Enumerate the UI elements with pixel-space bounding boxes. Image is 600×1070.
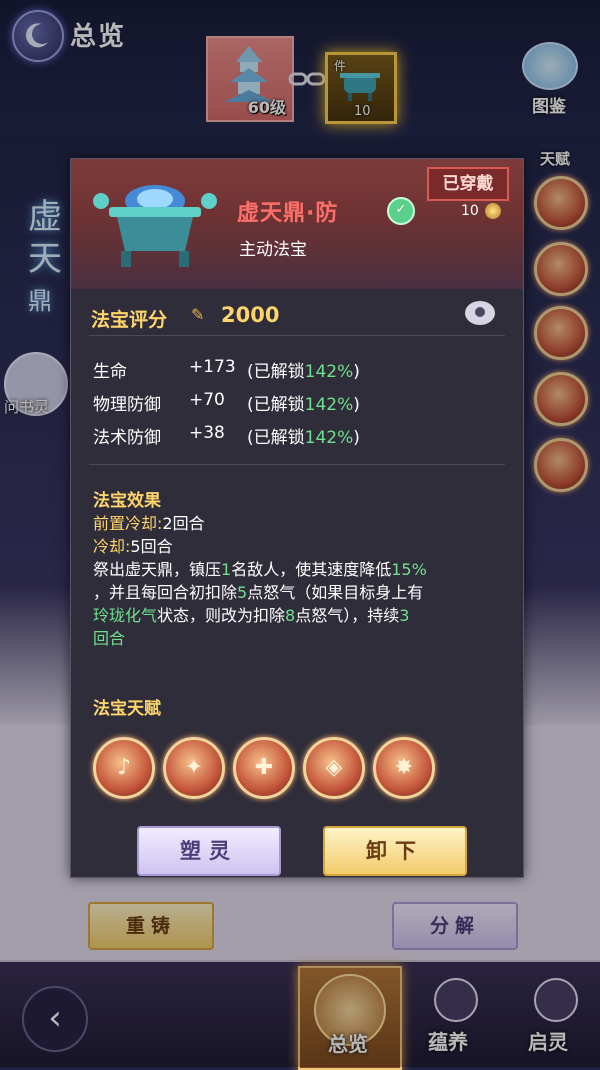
coin-icon (485, 203, 501, 219)
brush-icon: ✎ (191, 305, 205, 324)
eye-pupil (475, 307, 485, 317)
talent-claw-icon[interactable]: ✦ (163, 737, 225, 799)
item-level: 10 (461, 203, 479, 219)
stat-value: +173 (189, 357, 236, 377)
stat-value: +70 (189, 390, 225, 410)
divider (89, 464, 505, 465)
effect-pre-cooldown: 前置冷却:2回合 (93, 514, 205, 533)
stat-unlock: (已解锁142%) (247, 428, 360, 448)
score-label: 法宝评分 (91, 309, 168, 331)
stat-value: +38 (189, 423, 225, 443)
unequip-button[interactable]: 卸下 (323, 826, 467, 876)
item-name: 虚天鼎·防 (237, 201, 339, 226)
effect-cooldown: 冷却:5回合 (93, 537, 173, 556)
effect-desc: ，并且每回合初扣除5点怒气（如果目标身上有 (93, 583, 424, 602)
effect-desc: 玲珑化气状态，则改为扣除8点怒气），持续3 (93, 606, 410, 625)
stat-name: 生命 (93, 362, 127, 382)
divider (89, 335, 505, 336)
item-type: 主动法宝 (239, 240, 307, 260)
stat-name: 法术防御 (93, 428, 161, 448)
effect-desc: 回合 (93, 629, 126, 648)
stat-name: 物理防御 (93, 395, 161, 415)
stat-unlock: (已解锁142%) (247, 395, 360, 415)
score-value: 2000 (221, 303, 280, 327)
talent-bell-icon[interactable]: ♪ (93, 737, 155, 799)
talent-title: 法宝天赋 (93, 699, 161, 719)
talent-strike-icon[interactable]: ✸ (373, 737, 435, 799)
lock-icon[interactable]: ✓ (387, 197, 415, 225)
item-detail-popup: 虚天鼎·防 ✓ 主动法宝 已穿戴 10 法宝评分 ✎ 2000 生命 +173 … (70, 158, 524, 878)
effect-desc: 祭出虚天鼎，镇压1名敌人，使其速度降低15% (93, 560, 427, 579)
talent-heal-icon[interactable]: ✚ (233, 737, 295, 799)
mold-spirit-button[interactable]: 塑灵 (137, 826, 281, 876)
equipped-badge: 已穿戴 (427, 167, 509, 201)
cauldron-icon (93, 185, 217, 267)
stat-unlock: (已解锁142%) (247, 362, 360, 382)
talent-cauldron-icon[interactable]: ◈ (303, 737, 365, 799)
effect-title: 法宝效果 (93, 491, 161, 511)
